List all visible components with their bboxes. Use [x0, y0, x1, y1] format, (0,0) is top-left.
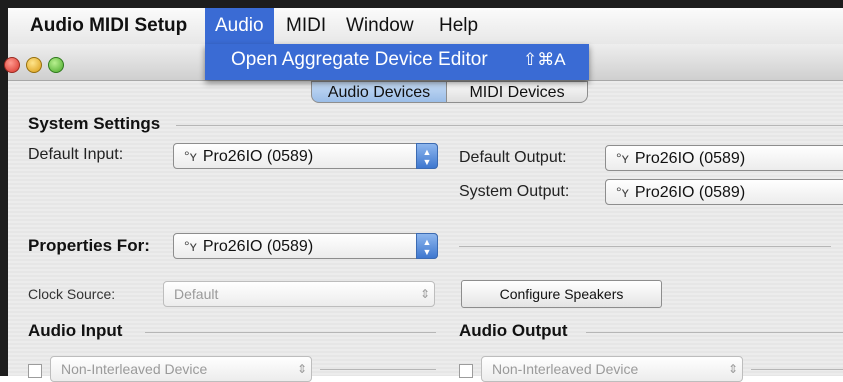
audio-device-icon: °ʏ [184, 238, 197, 254]
up-down-arrows-icon: ⇕ [419, 287, 430, 301]
clock-source-popup[interactable]: Default ⇕ [163, 281, 435, 307]
menu-help[interactable]: Help [429, 8, 488, 44]
open-aggregate-device-editor-item[interactable]: Open Aggregate Device Editor [231, 44, 488, 76]
audio-input-title: Audio Input [28, 321, 123, 340]
default-output-popup[interactable]: °ʏ Pro26IO (0589) [605, 145, 843, 171]
audio-menu-dropdown: Open Aggregate Device Editor ⇧⌘A [205, 44, 589, 80]
minimize-window-button[interactable] [26, 57, 42, 73]
default-output-value: Pro26IO (0589) [634, 150, 746, 167]
zoom-window-button[interactable] [48, 57, 64, 73]
default-input-label: Default Input: [28, 146, 124, 163]
properties-divider [459, 246, 831, 247]
properties-for-value: Pro26IO (0589) [202, 238, 314, 255]
properties-for-popup[interactable]: °ʏ Pro26IO (0589) ▲ ▼ [173, 233, 438, 259]
audio-input-format-popup[interactable]: Non-Interleaved Device ⇕ [50, 356, 312, 382]
tab-audio-devices[interactable]: Audio Devices [311, 81, 447, 103]
audio-output-title: Audio Output [459, 321, 568, 340]
default-output-label: Default Output: [459, 149, 567, 166]
audio-input-format-value: Non-Interleaved Device [61, 361, 208, 377]
up-down-arrows-icon: ▲ ▼ [416, 143, 438, 169]
configure-speakers-button[interactable]: Configure Speakers [461, 280, 662, 308]
up-down-arrows-icon: ▲ ▼ [416, 233, 438, 259]
properties-for-label: Properties For: [28, 236, 150, 255]
system-output-label: System Output: [459, 183, 570, 200]
menu-midi[interactable]: MIDI [276, 8, 336, 44]
system-settings-title: System Settings [28, 114, 161, 133]
audio-input-divider [145, 332, 436, 333]
audio-device-icon: °ʏ [184, 148, 197, 164]
audio-input-stream-divider [320, 369, 436, 370]
default-input-popup[interactable]: °ʏ Pro26IO (0589) ▲ ▼ [173, 143, 438, 169]
clock-source-label: Clock Source: [28, 286, 116, 302]
default-input-value: Pro26IO (0589) [202, 148, 314, 165]
frame-left [0, 0, 8, 376]
close-window-button[interactable] [4, 57, 20, 73]
audio-output-divider [586, 332, 843, 333]
clock-source-value: Default [174, 286, 219, 302]
system-output-value: Pro26IO (0589) [634, 184, 746, 201]
system-output-popup[interactable]: °ʏ Pro26IO (0589) [605, 179, 843, 205]
menu-window[interactable]: Window [336, 8, 424, 44]
tab-midi-devices[interactable]: MIDI Devices [446, 81, 588, 103]
audio-output-stream-divider [751, 369, 843, 370]
audio-output-format-popup[interactable]: Non-Interleaved Device ⇕ [481, 356, 743, 382]
audio-device-icon: °ʏ [616, 184, 629, 200]
menu-bar: Audio MIDI Setup Audio MIDI Window Help [8, 8, 843, 45]
menu-app-name[interactable]: Audio MIDI Setup [20, 8, 197, 44]
audio-output-format-value: Non-Interleaved Device [492, 361, 639, 377]
audio-device-icon: °ʏ [616, 150, 629, 166]
section-divider [176, 125, 843, 126]
menu-item-shortcut: ⇧⌘A [523, 50, 566, 69]
up-down-arrows-icon: ⇕ [727, 362, 738, 376]
menu-audio[interactable]: Audio [205, 8, 274, 44]
up-down-arrows-icon: ⇕ [296, 362, 307, 376]
frame-top [0, 0, 843, 8]
